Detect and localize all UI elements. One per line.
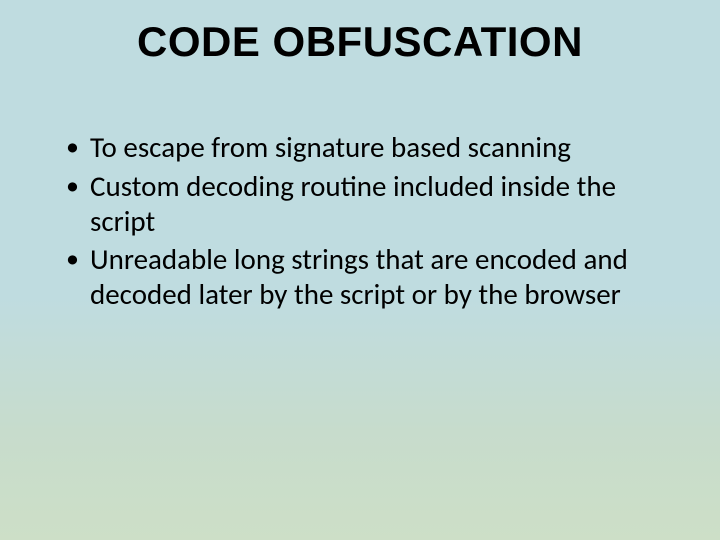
list-item: Custom decoding routine included inside … bbox=[60, 169, 660, 239]
list-item: To escape from signature based scanning bbox=[60, 130, 660, 165]
slide: CODE OBFUSCATION To escape from signatur… bbox=[0, 0, 720, 540]
bullet-list: To escape from signature based scanning … bbox=[60, 130, 660, 312]
slide-title: CODE OBFUSCATION bbox=[0, 0, 720, 70]
list-item: Unreadable long strings that are encoded… bbox=[60, 242, 660, 312]
slide-body: To escape from signature based scanning … bbox=[0, 70, 720, 312]
